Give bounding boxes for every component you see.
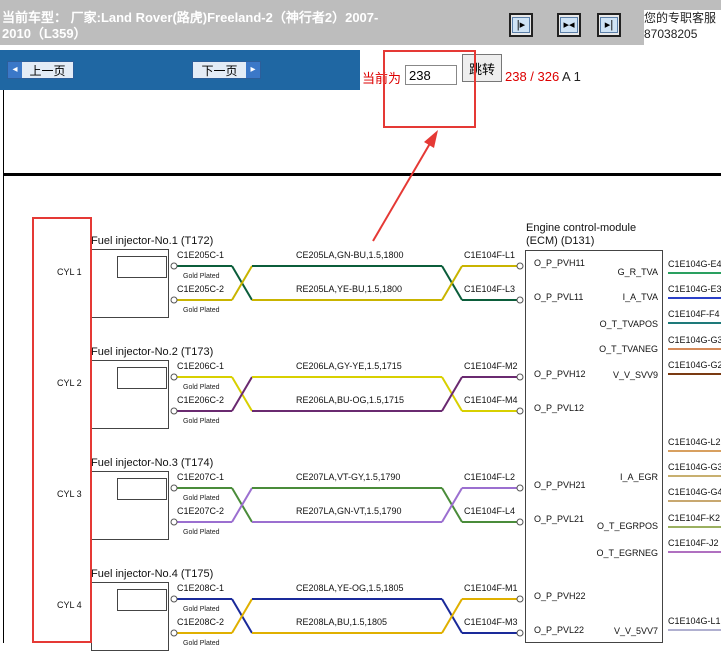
gold-plated-1: Gold Plated: [183, 495, 220, 502]
injector-symbol: [117, 256, 167, 278]
wire-label-2: RE206LA,BU-OG,1.5,1715: [296, 395, 405, 405]
next-page-label: 下一页: [201, 63, 238, 78]
first-page-button[interactable]: |▸: [509, 13, 533, 37]
ecm-right-pin: C1E104G-E4: [668, 259, 721, 269]
ecm-right-pin: C1E104G-E3: [668, 284, 721, 294]
current-vehicle-text: 当前车型： 厂家:Land Rover(路虎)Freeland-2（神行者2）2…: [2, 10, 379, 41]
next-page-button[interactable]: 下一页 ▸: [192, 61, 261, 79]
fit-width-button[interactable]: ▸◂: [557, 13, 581, 37]
sheet-id: A 1: [562, 69, 581, 84]
injector-pin-1: C1E206C-1: [177, 361, 225, 371]
ecm-pin-2: C1E104F-M4: [464, 395, 518, 405]
injector-pin-1: C1E208C-1: [177, 583, 225, 593]
ecm-signal-1: O_P_PVH11: [534, 258, 585, 268]
arrow-left-icon: ◂: [8, 62, 22, 78]
ecm-pin-1: C1E104F-M2: [464, 361, 518, 371]
injector-pin-2: C1E206C-2: [177, 395, 225, 405]
wire-label-2: RE207LA,GN-VT,1.5,1790: [296, 506, 402, 516]
annotation-arrow: [372, 130, 438, 242]
injector-title: Fuel injector-No.4 (T175): [91, 568, 214, 580]
ecm-right-signal: V_V_5VV7: [613, 626, 658, 636]
annotation-box-cylinders: [32, 217, 92, 643]
last-page-button[interactable]: ▸|: [597, 13, 621, 37]
ecm-title: Engine control-module (ECM) (D131): [526, 222, 637, 247]
service-contact: 您的专职客服 87038205: [644, 10, 721, 50]
injector-title: Fuel injector-No.1 (T172): [91, 235, 214, 247]
ecm-signal-1: O_P_PVH22: [534, 591, 586, 601]
ecm-right-pin: C1E104G-G2: [668, 360, 721, 370]
last-page-icon: ▸|: [600, 17, 618, 33]
ecm-right-pin: C1E104F-F4: [668, 309, 720, 319]
ecm-right-pin: C1E104G-G3: [668, 335, 721, 345]
prev-page-label: 上一页: [29, 63, 66, 78]
ecm-right-pin: C1E104F-J2: [668, 538, 719, 548]
arrow-right-icon: ▸: [246, 62, 260, 78]
prev-page-button[interactable]: ◂ 上一页: [7, 61, 74, 79]
injector-pin-2: C1E205C-2: [177, 284, 225, 294]
ecm-right-pin: C1E104G-G3: [668, 462, 721, 472]
injector-pin-2: C1E208C-2: [177, 617, 225, 627]
injector-title: Fuel injector-No.3 (T174): [91, 457, 214, 469]
gold-plated-1: Gold Plated: [183, 273, 220, 280]
ecm-right-signal: V_V_SVV9: [612, 370, 658, 380]
injector-title: Fuel injector-No.2 (T173): [91, 346, 214, 358]
ecm-right-signal: I_A_TVA: [622, 292, 658, 302]
ecm-right-signal: G_R_TVA: [617, 267, 658, 277]
ecm-right-signal: O_T_TVAPOS: [599, 319, 658, 329]
injector-symbol: [117, 367, 167, 389]
injector-symbol: [117, 478, 167, 500]
injector-symbol: [117, 589, 167, 611]
wire-label-2: RE208LA,BU,1.5,1805: [296, 617, 388, 627]
ecm-signal-1: O_P_PVH21: [534, 480, 586, 490]
wire-label-1: CE206LA,GY-YE,1.5,1715: [296, 361, 402, 371]
gold-plated-2: Gold Plated: [183, 640, 220, 647]
wire-label-1: CE208LA,YE-OG,1.5,1805: [296, 583, 404, 593]
gold-plated-1: Gold Plated: [183, 606, 220, 613]
first-page-icon: |▸: [512, 17, 530, 33]
ecm-right-signal: I_A_EGR: [619, 472, 658, 482]
ecm-pin-1: C1E104F-L2: [464, 472, 516, 482]
injector-pin-1: C1E207C-1: [177, 472, 225, 482]
injector-pin-2: C1E207C-2: [177, 506, 225, 516]
gold-plated-1: Gold Plated: [183, 384, 220, 391]
ecm-signal-2: O_P_PVL22: [534, 625, 585, 635]
ecm-signal-1: O_P_PVH12: [534, 369, 586, 379]
ecm-pin-1: C1E104F-M1: [464, 583, 518, 593]
ecm-right-pin: C1E104F-K2: [668, 513, 721, 523]
wire-label-1: CE207LA,VT-GY,1.5,1790: [296, 472, 401, 482]
ecm-box: [525, 250, 663, 643]
ecm-right-pin: C1E104G-L1: [668, 616, 721, 626]
annotation-box-page: [383, 50, 476, 128]
ecm-right-signal: O_T_EGRPOS: [596, 521, 658, 531]
wire-label-2: RE205LA,YE-BU,1.5,1800: [296, 284, 403, 294]
ecm-right-pin: C1E104G-G4: [668, 487, 721, 497]
gold-plated-2: Gold Plated: [183, 307, 220, 314]
gold-plated-2: Gold Plated: [183, 418, 220, 425]
ecm-right-signal: O_T_TVANEG: [599, 344, 658, 354]
ecm-pin-2: C1E104F-M3: [464, 617, 518, 627]
ecm-right-signal: O_T_EGRNEG: [596, 548, 658, 558]
wire-label-1: CE205LA,GN-BU,1.5,1800: [296, 250, 404, 260]
gold-plated-2: Gold Plated: [183, 529, 220, 536]
ecm-signal-2: O_P_PVL21: [534, 514, 585, 524]
page-count: 238 / 326: [505, 69, 560, 84]
ecm-pin-2: C1E104F-L3: [464, 284, 516, 294]
ecm-signal-2: O_P_PVL11: [534, 292, 584, 302]
fit-width-icon: ▸◂: [560, 17, 578, 33]
ecm-signal-2: O_P_PVL12: [534, 403, 585, 413]
ecm-pin-2: C1E104F-L4: [464, 506, 516, 516]
ecm-pin-1: C1E104F-L1: [464, 250, 516, 260]
injector-pin-1: C1E205C-1: [177, 250, 225, 260]
ecm-right-pin: C1E104G-L2: [668, 437, 721, 447]
